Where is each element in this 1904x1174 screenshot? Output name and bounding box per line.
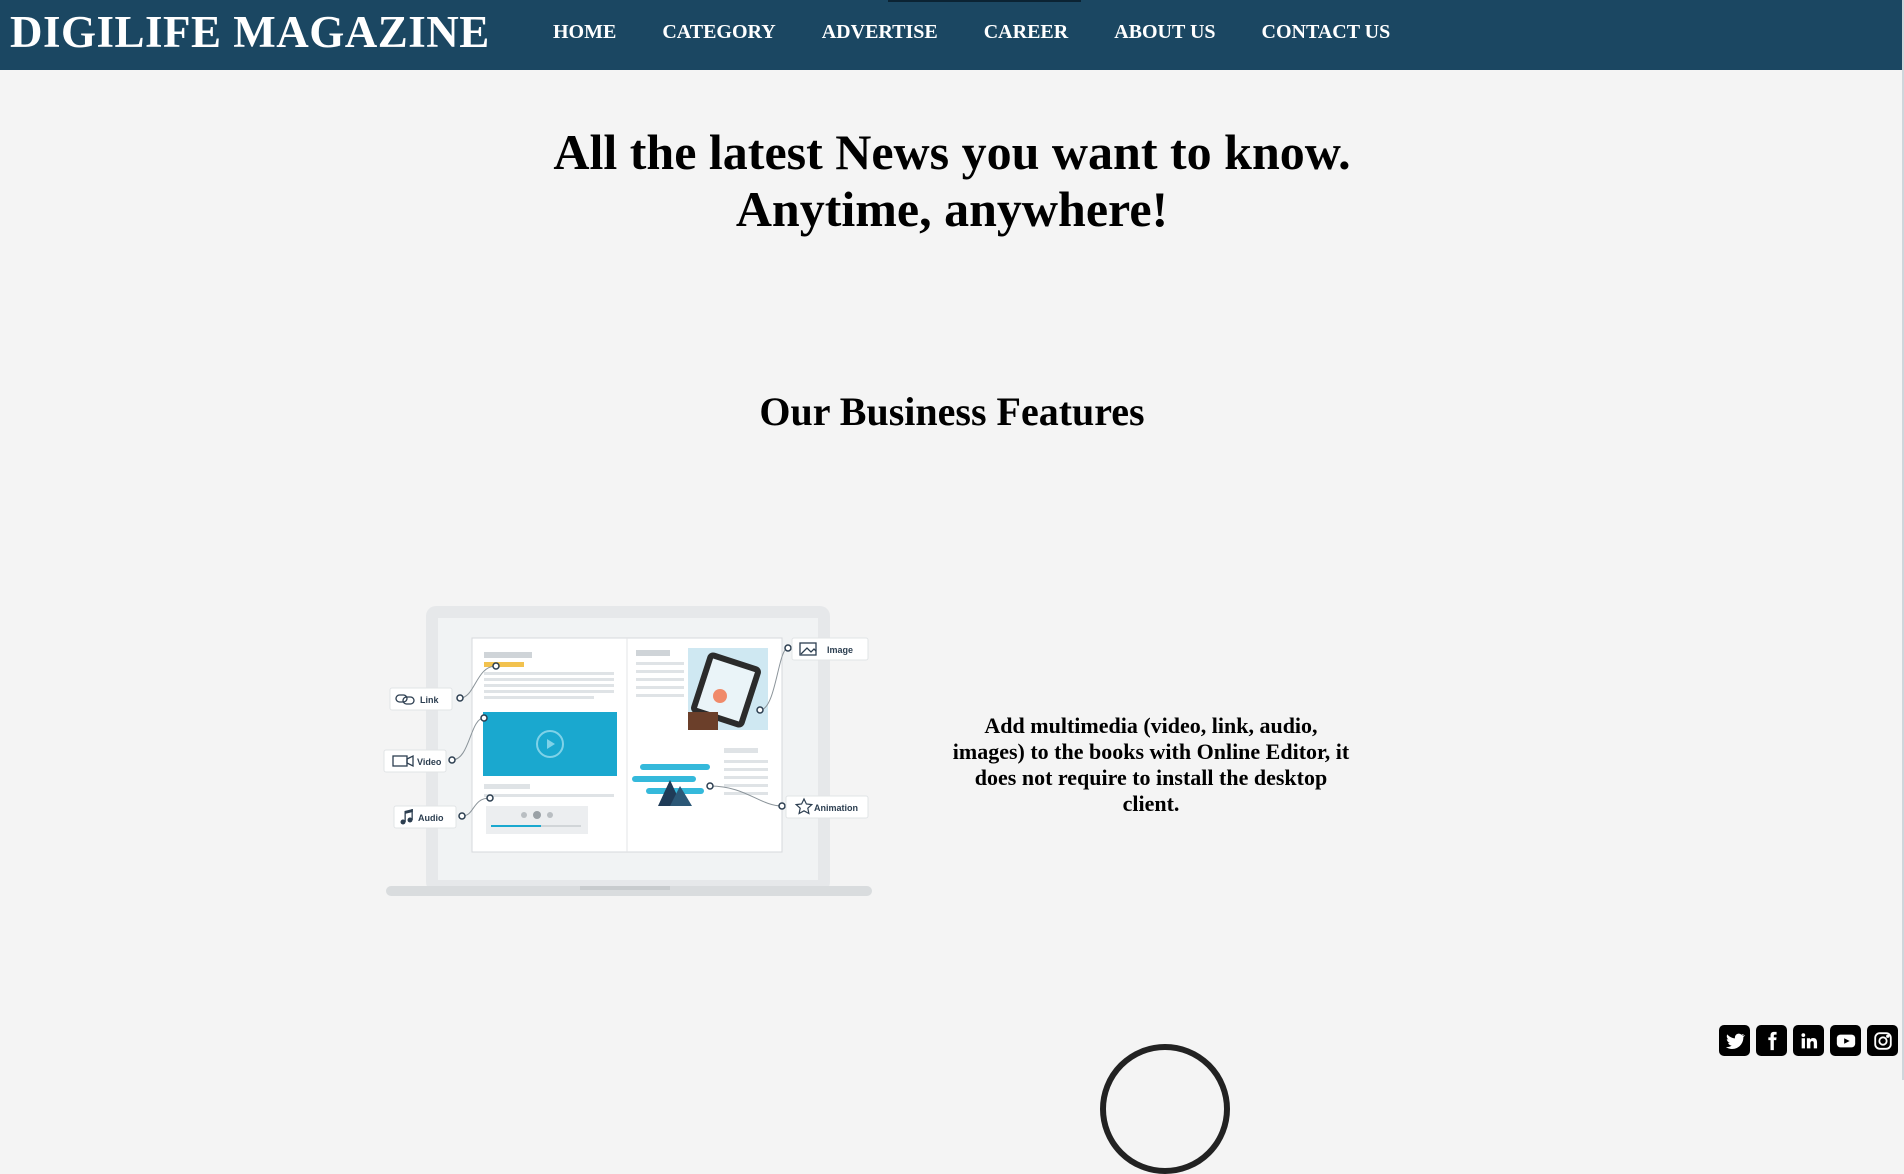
- label-link: Link: [420, 695, 439, 705]
- label-video: Video: [417, 757, 442, 767]
- label-image: Image: [827, 645, 853, 655]
- facebook-icon[interactable]: [1756, 1025, 1787, 1056]
- nav-home[interactable]: HOME: [553, 21, 616, 44]
- twitter-icon[interactable]: [1719, 1025, 1750, 1056]
- label-animation: Animation: [814, 803, 858, 813]
- youtube-icon[interactable]: [1830, 1025, 1861, 1056]
- linkedin-icon[interactable]: [1793, 1025, 1824, 1056]
- feature-description: Add multimedia (video, link, audio, imag…: [952, 713, 1350, 816]
- main-nav: HOME CATEGORY ADVERTISE CAREER ABOUT US …: [553, 21, 1436, 44]
- loading-spinner: [1100, 1044, 1230, 1174]
- hero-line-1: All the latest News you want to know.: [553, 124, 1351, 180]
- instagram-icon[interactable]: [1867, 1025, 1898, 1056]
- social-links: [1719, 1025, 1898, 1056]
- nav-contact-us[interactable]: CONTACT US: [1262, 21, 1391, 44]
- nav-active-indicator: [888, 0, 1081, 2]
- nav-category[interactable]: CATEGORY: [662, 21, 775, 44]
- hero-heading: All the latest News you want to know. An…: [0, 124, 1904, 238]
- nav-career[interactable]: CAREER: [984, 21, 1068, 44]
- multimedia-editor-illustration: Link Video Audio Image Animation: [383, 606, 872, 896]
- nav-advertise[interactable]: ADVERTISE: [822, 21, 938, 44]
- features-title: Our Business Features: [759, 389, 1145, 434]
- top-navbar: DIGILIFE MAGAZINE HOME CATEGORY ADVERTIS…: [0, 0, 1904, 70]
- site-logo[interactable]: DIGILIFE MAGAZINE: [10, 6, 490, 58]
- hero-line-2: Anytime, anywhere!: [735, 181, 1169, 237]
- nav-about-us[interactable]: ABOUT US: [1114, 21, 1215, 44]
- label-audio: Audio: [418, 813, 444, 823]
